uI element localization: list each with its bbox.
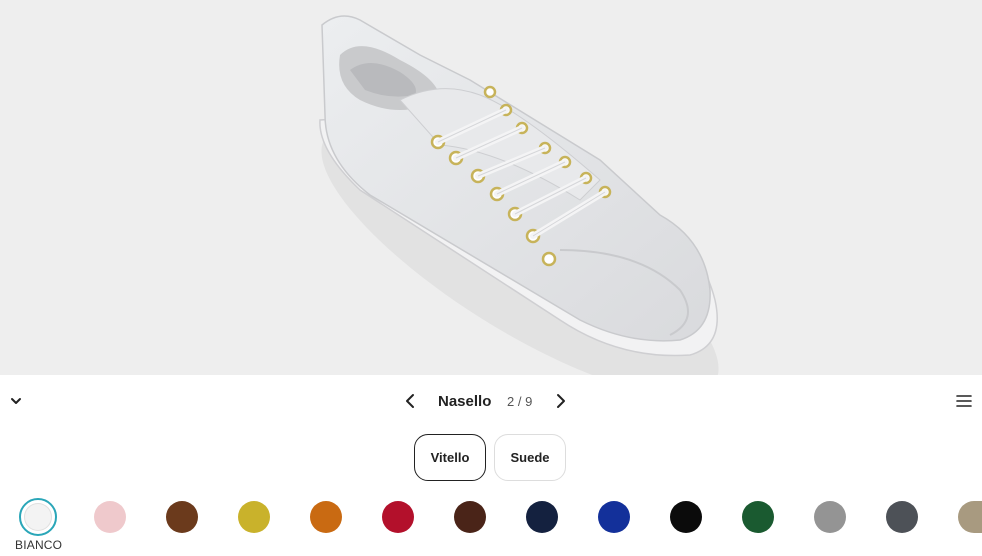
- collapse-button[interactable]: [6, 391, 26, 411]
- swatch-color[interactable]: [670, 501, 702, 533]
- menu-button[interactable]: [952, 391, 976, 411]
- part-toolbar: Nasello 2 / 9: [0, 375, 982, 427]
- material-vitello-button[interactable]: Vitello: [414, 434, 486, 481]
- swatch-color[interactable]: [454, 501, 486, 533]
- selected-color-label: BIANCO: [15, 538, 63, 552]
- swatch-color[interactable]: [94, 501, 126, 533]
- swatch-bianco[interactable]: [19, 498, 57, 536]
- swatch-color[interactable]: [958, 501, 982, 533]
- material-label: Suede: [510, 450, 550, 465]
- part-name: Nasello: [438, 393, 492, 410]
- sneaker-image: [319, 15, 719, 375]
- swatch-color[interactable]: [598, 501, 630, 533]
- part-counter: 2 / 9: [507, 394, 533, 409]
- material-suede-button[interactable]: Suede: [494, 434, 566, 481]
- next-part-button[interactable]: [550, 391, 570, 411]
- color-swatch-row: BIANCO: [0, 498, 982, 556]
- previous-part-button[interactable]: [401, 391, 421, 411]
- product-3d-viewer[interactable]: [0, 0, 982, 375]
- swatch-color[interactable]: [310, 501, 342, 533]
- swatch-color: [24, 503, 52, 531]
- swatch-color[interactable]: [742, 501, 774, 533]
- swatch-color[interactable]: [886, 501, 918, 533]
- swatch-color[interactable]: [238, 501, 270, 533]
- swatch-color[interactable]: [382, 501, 414, 533]
- chevron-down-icon: [11, 398, 21, 404]
- chevron-left-icon: [406, 394, 414, 408]
- material-selector: Vitello Suede: [0, 434, 982, 482]
- swatch-color[interactable]: [166, 501, 198, 533]
- swatch-color[interactable]: [814, 501, 846, 533]
- chevron-right-icon: [557, 394, 565, 408]
- hamburger-menu-icon: [956, 395, 972, 407]
- swatch-color[interactable]: [526, 501, 558, 533]
- material-label: Vitello: [430, 450, 470, 465]
